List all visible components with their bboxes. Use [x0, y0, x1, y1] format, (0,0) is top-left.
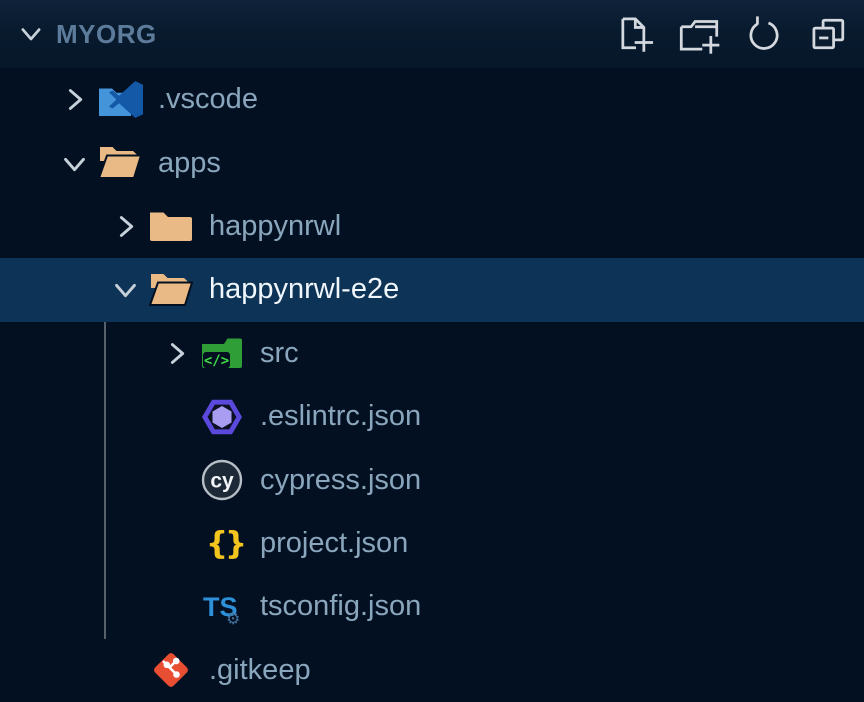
- tree-item-happynrwl[interactable]: happynrwl: [0, 195, 864, 258]
- chevron-placeholder: [154, 458, 198, 502]
- chevron-down-icon[interactable]: [103, 268, 147, 312]
- tree-item-label: cypress.json: [260, 464, 421, 497]
- chevron-right-icon[interactable]: [52, 78, 96, 122]
- tree-item-label: happynrwl-e2e: [209, 273, 399, 306]
- tree-item-eslintrc-json[interactable]: .eslintrc.json: [0, 385, 864, 448]
- tree-item-tsconfig-json[interactable]: TS⚙ tsconfig.json: [0, 575, 864, 638]
- chevron-right-icon[interactable]: [154, 331, 198, 375]
- tree-item-src[interactable]: </> src: [0, 322, 864, 385]
- folder-open-icon: [147, 267, 195, 313]
- tree-item-label: happynrwl: [209, 210, 341, 243]
- chevron-down-icon[interactable]: [52, 141, 96, 185]
- tree-item-label: tsconfig.json: [260, 590, 421, 623]
- chevron-placeholder: [154, 585, 198, 629]
- folder-closed-icon: [147, 203, 195, 249]
- svg-text:</>: </>: [204, 353, 229, 369]
- json-braces-icon: {}: [198, 520, 246, 566]
- svg-text:cy: cy: [210, 470, 234, 493]
- tree-item-label: src: [260, 337, 299, 370]
- file-tree: .vscode apps happynrwl happynrwl-e2e </> src.…: [0, 68, 864, 702]
- tree-item-project-json[interactable]: {} project.json: [0, 512, 864, 575]
- chevron-placeholder: [103, 648, 147, 692]
- chevron-placeholder: [154, 395, 198, 439]
- tree-item-apps[interactable]: apps: [0, 131, 864, 194]
- tree-item-label: apps: [158, 147, 221, 180]
- chevron-right-icon[interactable]: [103, 204, 147, 248]
- new-folder-icon: [678, 13, 720, 55]
- folder-src-icon: </>: [198, 330, 246, 376]
- collapse-all-icon: [808, 13, 850, 55]
- tree-item-vscode[interactable]: .vscode: [0, 68, 864, 131]
- tree-item-label: .vscode: [158, 83, 258, 116]
- new-file-icon: [613, 13, 655, 55]
- new-folder-button[interactable]: [676, 12, 721, 57]
- git-icon: [147, 647, 195, 693]
- tree-item-cypress-json[interactable]: cy cypress.json: [0, 448, 864, 511]
- svg-text:⚙: ⚙: [226, 609, 240, 628]
- tree-item-gitkeep[interactable]: .gitkeep: [0, 639, 864, 702]
- cypress-icon: cy: [198, 457, 246, 503]
- tree-item-happynrwl-e2e[interactable]: happynrwl-e2e: [0, 258, 864, 321]
- svg-text:}: }: [225, 526, 245, 562]
- tree-item-label: .eslintrc.json: [260, 400, 421, 433]
- tree-item-label: .gitkeep: [209, 654, 311, 687]
- section-title: MYORG: [56, 19, 157, 50]
- refresh-icon: [743, 13, 785, 55]
- section-chevron-down-icon[interactable]: [14, 17, 48, 51]
- indent-guide: [104, 322, 106, 639]
- collapse-all-button[interactable]: [806, 12, 851, 57]
- refresh-button[interactable]: [741, 12, 786, 57]
- typescript-icon: TS⚙: [198, 584, 246, 630]
- explorer-section-header[interactable]: MYORG: [0, 0, 864, 68]
- chevron-placeholder: [154, 521, 198, 565]
- explorer-panel: MYORG .vscode apps happynrwl happynrwl-e2e <…: [0, 0, 864, 702]
- explorer-actions: [611, 12, 864, 57]
- eslint-icon: [198, 394, 246, 440]
- vscode-folder-icon: [96, 77, 144, 123]
- folder-open-icon: [96, 140, 144, 186]
- new-file-button[interactable]: [611, 12, 656, 57]
- tree-item-label: project.json: [260, 527, 408, 560]
